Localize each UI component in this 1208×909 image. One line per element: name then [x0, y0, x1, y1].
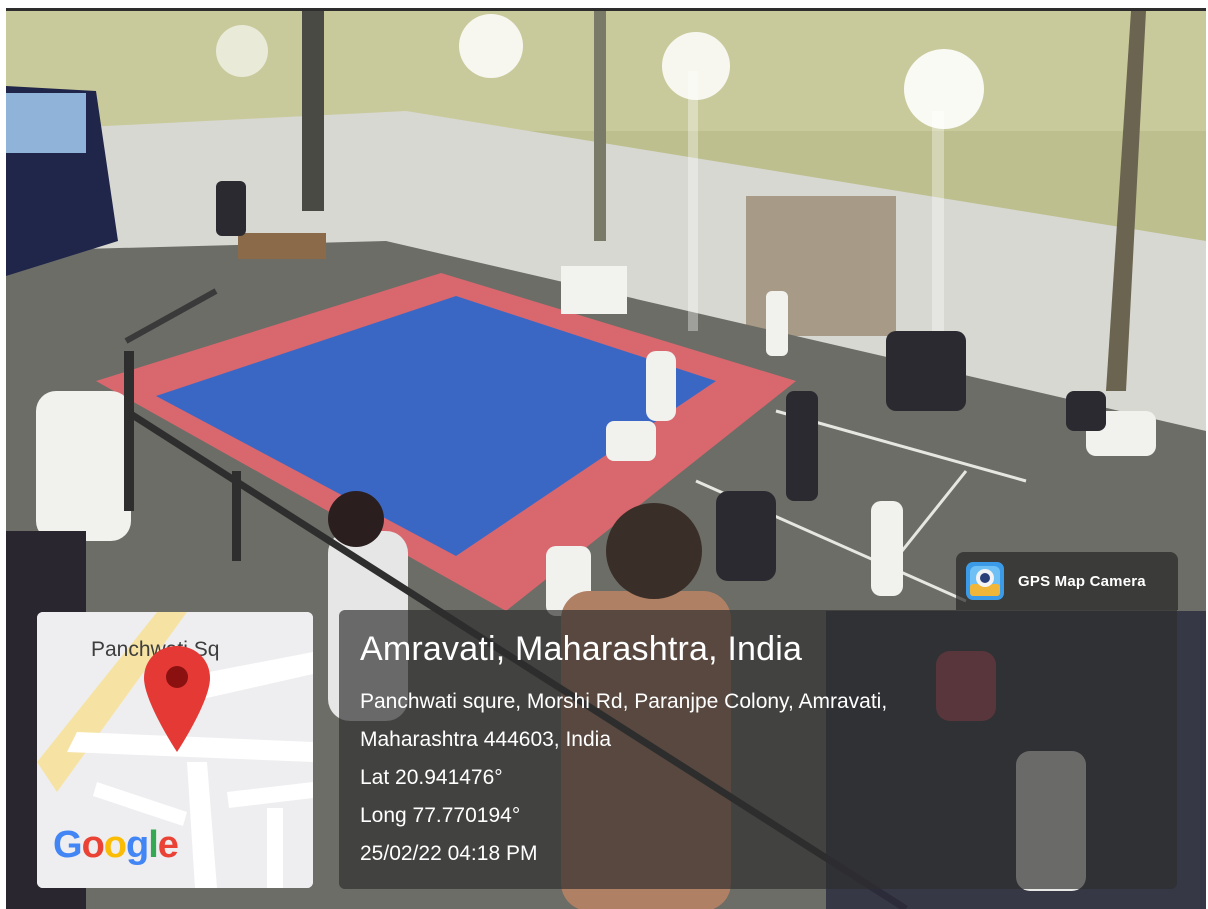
road	[267, 808, 283, 888]
light-flare	[688, 71, 698, 331]
address-line-2: Maharashtra 444603, India	[360, 728, 612, 751]
location-title: Amravati, Maharashtra, India	[360, 630, 803, 668]
pillar	[594, 11, 606, 241]
gps-map-camera-badge: GPS Map Camera	[956, 552, 1178, 610]
bag	[1066, 391, 1106, 431]
address-line-1: Panchwati squre, Morshi Rd, Paranjpe Col…	[360, 690, 888, 713]
spectators-seated	[886, 331, 966, 411]
foreground-spectator-head	[606, 503, 702, 599]
venue-photo: GPS Map Camera Panchwati Sq Google Amrav…	[6, 8, 1206, 909]
gps-map-camera-app-icon	[966, 562, 1004, 600]
railing-post	[124, 351, 134, 511]
athlete	[646, 351, 676, 421]
spectator	[716, 491, 776, 581]
wall-light	[216, 25, 268, 77]
railing-post	[232, 471, 241, 561]
spectator	[36, 391, 131, 541]
pillar	[302, 11, 324, 211]
scoring-table	[238, 233, 326, 259]
ceiling-light	[459, 14, 523, 78]
latitude: Lat 20.941476°	[360, 766, 503, 789]
app-badge-label: GPS Map Camera	[1018, 572, 1146, 590]
referee	[606, 421, 656, 461]
banner-graphic	[6, 93, 86, 153]
timestamp: 25/02/22 04:18 PM	[360, 842, 538, 865]
photo-frame: GPS Map Camera Panchwati Sq Google Amrav…	[0, 0, 1208, 909]
athlete	[871, 501, 903, 596]
longitude: Long 77.770194°	[360, 804, 521, 827]
officials-table	[561, 266, 627, 314]
coach	[786, 391, 818, 501]
girl-spectator-head	[328, 491, 384, 547]
location-info-panel: Amravati, Maharashtra, India Panchwati s…	[339, 610, 1177, 889]
mini-map: Panchwati Sq Google	[37, 612, 313, 888]
official	[766, 291, 788, 356]
google-logo: Google	[53, 824, 179, 866]
monitor	[216, 181, 246, 236]
